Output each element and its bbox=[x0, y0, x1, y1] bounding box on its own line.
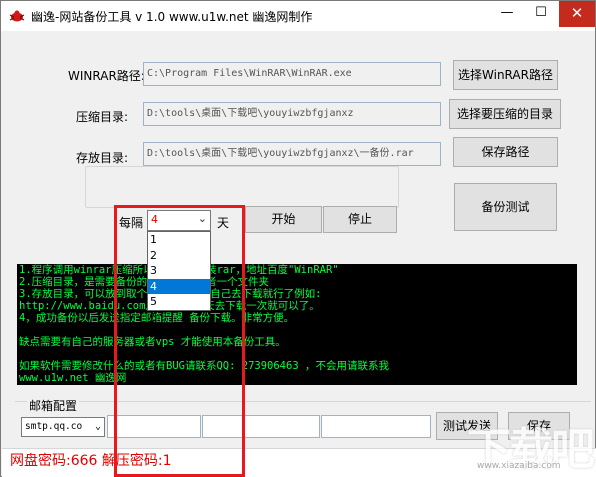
schedule-group bbox=[85, 166, 399, 208]
spider-logo-icon bbox=[9, 10, 25, 22]
dropdown-option-selected[interactable]: 4 bbox=[148, 278, 210, 295]
dropdown-option[interactable]: 3 bbox=[148, 263, 210, 279]
smtp-select[interactable]: smtp.qq.co ⌄ bbox=[21, 417, 105, 437]
dropdown-option[interactable]: 2 bbox=[148, 248, 210, 264]
password-status: 网盘密码:666 解压密码:1 bbox=[10, 453, 172, 469]
mail-password-field[interactable] bbox=[202, 415, 320, 438]
mail-recipient-field[interactable] bbox=[321, 415, 431, 438]
backup-test-button[interactable]: 备份测试 bbox=[454, 183, 557, 231]
save-path-button[interactable]: 保存路径 bbox=[453, 137, 558, 167]
winrar-path-label: WINRAR路径: bbox=[68, 69, 145, 83]
chevron-down-icon[interactable]: ⌄ bbox=[198, 212, 207, 225]
select-compress-dir-button[interactable]: 选择要压缩的目录 bbox=[449, 99, 561, 129]
info-console: 1.程序调用winrar压缩所以电脑需要安装rar，地址百度"WinRAR" 2… bbox=[17, 264, 577, 385]
window-title: 幽逸-网站备份工具 v 1.0 www.u1w.net 幽逸网制作 bbox=[31, 10, 313, 24]
interval-select[interactable]: 4 ⌄ bbox=[147, 210, 211, 231]
dropdown-option[interactable]: 6 bbox=[148, 310, 210, 326]
close-button[interactable]: ✕ bbox=[559, 1, 595, 27]
app-window: 幽逸-网站备份工具 v 1.0 www.u1w.net 幽逸网制作 — ☐ ✕ … bbox=[0, 0, 596, 477]
smtp-value: smtp.qq.co bbox=[25, 421, 83, 432]
compress-dir-label: 压缩目录: bbox=[76, 110, 129, 124]
chevron-down-icon[interactable]: ⌄ bbox=[95, 418, 101, 436]
store-dir-field[interactable]: D:\tools\桌面\下载吧\youyiwzbfgjanxz\一备份.rar bbox=[143, 142, 441, 166]
mail-user-field[interactable] bbox=[107, 415, 201, 438]
dropdown-option[interactable]: 1 bbox=[148, 232, 210, 248]
interval-selected-value: 4 bbox=[151, 213, 158, 226]
select-winrar-button[interactable]: 选择WinRAR路径 bbox=[453, 60, 558, 90]
title-bar[interactable]: 幽逸-网站备份工具 v 1.0 www.u1w.net 幽逸网制作 — ☐ ✕ bbox=[1, 1, 595, 31]
store-dir-label: 存放目录: bbox=[76, 151, 129, 165]
minimize-button[interactable]: — bbox=[491, 1, 523, 27]
mail-config-label: 邮箱配置 bbox=[27, 397, 80, 414]
start-button[interactable]: 开始 bbox=[245, 206, 322, 233]
maximize-button[interactable]: ☐ bbox=[525, 1, 557, 27]
dropdown-option[interactable]: 5 bbox=[148, 294, 210, 310]
console-line: 缺点需要有自己的服务器或者vps 才能使用本备份工具。 bbox=[19, 336, 286, 348]
winrar-path-field[interactable]: C:\Program Files\WinRAR\WinRAR.exe bbox=[143, 62, 441, 86]
stop-button[interactable]: 停止 bbox=[323, 206, 397, 233]
compress-dir-field[interactable]: D:\tools\桌面\下载吧\youyiwzbfgjanxz bbox=[143, 102, 441, 126]
console-line: www.u1w.net 幽逸网 bbox=[19, 372, 127, 384]
interval-dropdown-list[interactable]: 1 2 3 4 5 6 bbox=[147, 231, 211, 324]
watermark-url: www.xiazaiba.com bbox=[477, 461, 561, 471]
every-label: 每隔 bbox=[119, 216, 144, 230]
day-unit-label: 天 bbox=[217, 216, 230, 230]
